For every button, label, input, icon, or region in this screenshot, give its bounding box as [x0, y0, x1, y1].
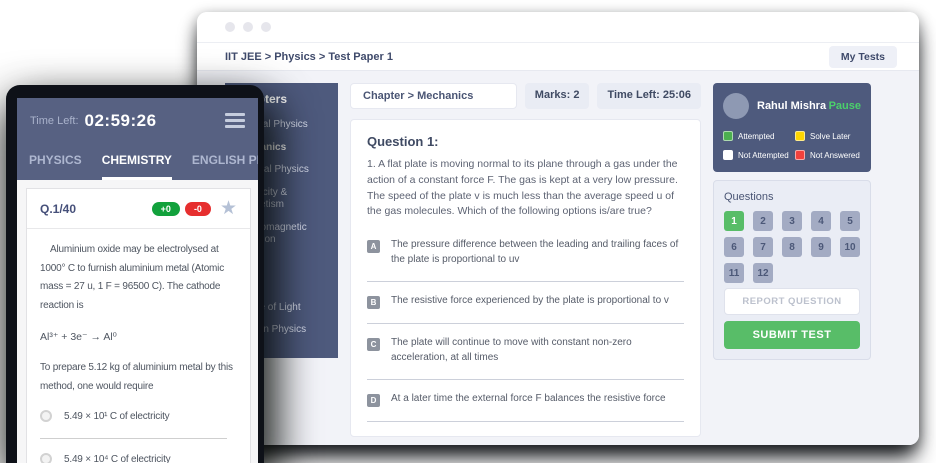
cathode-reaction-formula: Al³⁺ + 3e⁻ → Al⁰	[40, 331, 237, 343]
phone-time-label: Time Left:	[30, 115, 79, 127]
test-player-content: Chapters General Physics Mechanics Therm…	[197, 71, 919, 445]
user-card: Rahul Mishra Pause Attempted Solve Later	[713, 83, 871, 172]
phone-question-header: Q.1/40 +0 -0 ★	[27, 189, 250, 229]
tab-physics[interactable]: PHYSICS	[29, 143, 82, 180]
question-tile-10[interactable]: 10	[840, 237, 860, 257]
legend-solve-later: Solve Later	[795, 131, 861, 141]
status-legend: Attempted Solve Later Not Attempted	[723, 131, 861, 160]
questions-title: Questions	[724, 191, 860, 203]
report-question-button[interactable]: REPORT QUESTION	[724, 288, 860, 315]
option-d-text: At a later time the external force F bal…	[391, 392, 666, 407]
phone-header: Time Left: 02:59:26	[17, 98, 258, 143]
time-left-badge: Time Left: 25:06	[597, 83, 701, 109]
marks-badge: Marks: 2	[525, 83, 590, 109]
option-b-badge: B	[367, 296, 380, 309]
phone-question-card: Q.1/40 +0 -0 ★ Aluminium oxide may be el…	[26, 188, 251, 463]
question-header-bar: Chapter > Mechanics Marks: 2 Time Left: …	[350, 83, 701, 109]
user-row: Rahul Mishra Pause	[723, 93, 861, 119]
right-panel: Rahul Mishra Pause Attempted Solve Later	[713, 83, 871, 360]
negative-marks-badge: -0	[185, 202, 211, 216]
bookmark-star-icon[interactable]: ★	[220, 199, 237, 218]
question-card: Question 1: 1. A flat plate is moving no…	[350, 119, 701, 437]
legend-not-answered: Not Answered	[795, 150, 861, 160]
option-d-badge: D	[367, 394, 380, 407]
chapter-breadcrumb: Chapter > Mechanics	[350, 83, 517, 109]
phone-option-2[interactable]: 5.49 × 10⁴ C of electricity	[40, 439, 227, 463]
option-c-badge: C	[367, 338, 380, 351]
question-tile-2[interactable]: 2	[753, 211, 773, 231]
question-tile-1[interactable]: 1	[724, 211, 744, 231]
question-tile-9[interactable]: 9	[811, 237, 831, 257]
my-tests-button[interactable]: My Tests	[829, 46, 897, 68]
question-tile-12[interactable]: 12	[753, 263, 773, 283]
user-name: Rahul Mishra	[757, 100, 829, 112]
submit-test-button[interactable]: SUBMIT TEST	[724, 321, 860, 349]
question-text: 1. A flat plate is moving normal to its …	[367, 157, 684, 220]
tab-chemistry[interactable]: CHEMISTRY	[102, 143, 172, 180]
option-d[interactable]: D At a later time the external force F b…	[367, 390, 684, 422]
option-b[interactable]: B The resistive force experienced by the…	[367, 292, 684, 324]
phone-question-paragraph-2: To prepare 5.12 kg of aluminium metal by…	[40, 359, 237, 396]
question-counter: Q.1/40	[40, 202, 147, 216]
phone-option-1[interactable]: 5.49 × 10¹ C of electricity	[40, 396, 227, 439]
phone-app: Time Left: 02:59:26 PHYSICS CHEMISTRY EN…	[17, 98, 258, 463]
question-tile-4[interactable]: 4	[811, 211, 831, 231]
radio-icon[interactable]	[40, 410, 52, 422]
window-dot-icon	[261, 22, 271, 32]
phone-time-value: 02:59:26	[85, 111, 226, 131]
tab-english-proficiency[interactable]: ENGLISH PROFICIENC	[192, 143, 258, 180]
subject-tabs: PHYSICS CHEMISTRY ENGLISH PROFICIENC	[17, 143, 258, 180]
phone-question-body: Aluminium oxide may be electrolysed at 1…	[27, 229, 250, 463]
breadcrumb[interactable]: IIT JEE > Physics > Test Paper 1	[225, 51, 393, 63]
option-c-text: The plate will continue to move with con…	[391, 336, 684, 365]
attempted-swatch-icon	[723, 131, 733, 141]
breadcrumb-bar: IIT JEE > Physics > Test Paper 1 My Test…	[197, 42, 919, 71]
phone-question-paragraph-1: Aluminium oxide may be electrolysed at 1…	[40, 241, 237, 315]
pause-button[interactable]: Pause	[829, 100, 861, 112]
window-dot-icon	[243, 22, 253, 32]
browser-window: IIT JEE > Physics > Test Paper 1 My Test…	[197, 12, 919, 445]
questions-palette: Questions 1 2 3 4 5 6 7 8 9 10 11 12	[713, 180, 871, 360]
not-answered-swatch-icon	[795, 150, 805, 160]
menu-icon[interactable]	[225, 110, 245, 132]
question-tile-6[interactable]: 6	[724, 237, 744, 257]
question-tile-11[interactable]: 11	[724, 263, 744, 283]
question-tile-8[interactable]: 8	[782, 237, 802, 257]
window-dot-icon	[225, 22, 235, 32]
phone-mockup: Time Left: 02:59:26 PHYSICS CHEMISTRY EN…	[6, 85, 264, 463]
option-b-text: The resistive force experienced by the p…	[391, 294, 669, 309]
option-a[interactable]: A The pressure difference between the le…	[367, 236, 684, 282]
question-heading: Question 1:	[367, 134, 684, 149]
browser-titlebar	[197, 12, 919, 42]
positive-marks-badge: +0	[152, 202, 180, 216]
solve-later-swatch-icon	[795, 131, 805, 141]
option-a-text: The pressure difference between the lead…	[391, 238, 684, 267]
option-c[interactable]: C The plate will continue to move with c…	[367, 334, 684, 380]
question-number-grid: 1 2 3 4 5 6 7 8 9 10 11 12	[724, 211, 860, 283]
page-background: IIT JEE > Physics > Test Paper 1 My Test…	[0, 0, 936, 463]
question-area: Chapter > Mechanics Marks: 2 Time Left: …	[350, 83, 701, 445]
question-tile-5[interactable]: 5	[840, 211, 860, 231]
legend-not-attempted: Not Attempted	[723, 150, 789, 160]
avatar	[723, 93, 749, 119]
not-attempted-swatch-icon	[723, 150, 733, 160]
question-tile-7[interactable]: 7	[753, 237, 773, 257]
question-tile-3[interactable]: 3	[782, 211, 802, 231]
option-a-badge: A	[367, 240, 380, 253]
legend-attempted: Attempted	[723, 131, 789, 141]
radio-icon[interactable]	[40, 453, 52, 463]
